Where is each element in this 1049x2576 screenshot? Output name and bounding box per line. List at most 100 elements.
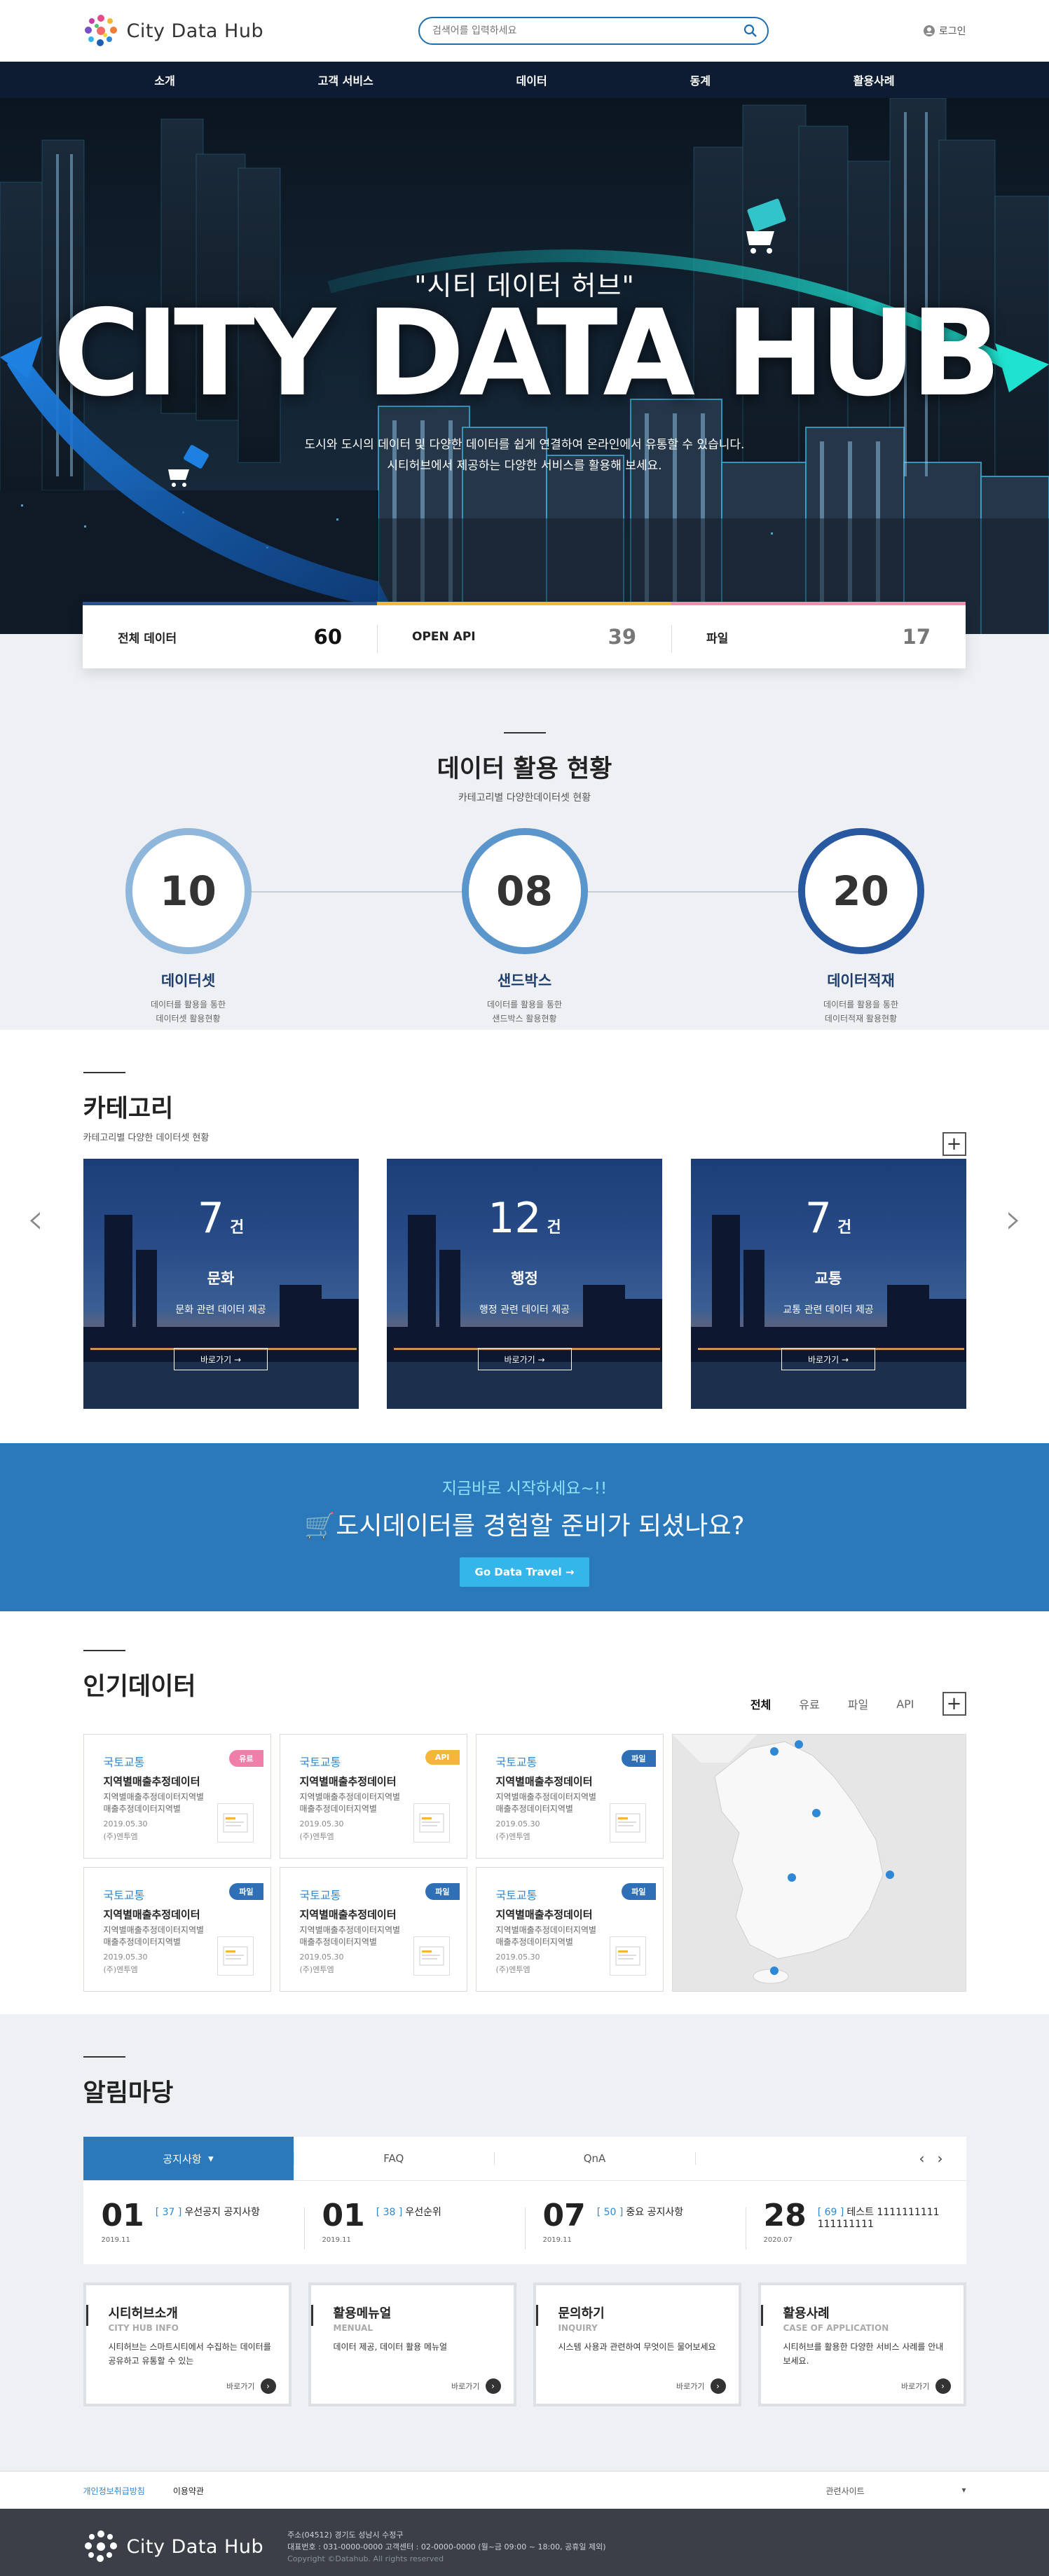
related-sites-select[interactable]: 관련사이트 ▾ bbox=[826, 2485, 966, 2497]
tab-file[interactable]: 파일 bbox=[848, 1695, 868, 1712]
category-go-button[interactable]: 바로가기 → bbox=[781, 1348, 875, 1370]
category-card-admin[interactable]: 12 건 행정 행정 관련 데이터 제공 바로가기 → bbox=[387, 1159, 662, 1409]
login-link[interactable]: 로그인 bbox=[923, 24, 966, 38]
footer-links: 개인정보취급방침 이용약관 관련사이트 ▾ bbox=[0, 2471, 1049, 2509]
quick-links: 시티허브소개 CITY HUB INFO 시티허브는 스마트시티에서 수집하는 데이… bbox=[83, 2282, 966, 2406]
box-title: 시티허브소개 bbox=[108, 2306, 178, 2321]
category-go-button[interactable]: 바로가기 → bbox=[477, 1348, 572, 1370]
box-title: 활용메뉴얼 bbox=[333, 2306, 392, 2321]
terms-link[interactable]: 이용약관 bbox=[173, 2485, 204, 2497]
logo-icon bbox=[84, 15, 117, 46]
nav-item-data[interactable]: 데이터 bbox=[516, 71, 547, 88]
tab-api[interactable]: API bbox=[896, 1697, 914, 1711]
usage-item-ingest[interactable]: 20 데이터적재 데이터를 활용을 통한 데이터적재 활용현황 bbox=[797, 828, 924, 1026]
usage-value: 08 bbox=[468, 835, 581, 947]
popular-data-card[interactable]: 국토교통 지역별매출추정데이터 지역별매출추정데이터지역별 매출추정데이터지역별 … bbox=[475, 1734, 664, 1859]
card-title: 지역별매출추정데이터 bbox=[299, 1908, 397, 1921]
carousel-prev-icon[interactable]: ‹ bbox=[27, 1194, 44, 1244]
tab-faq[interactable]: FAQ bbox=[293, 2137, 495, 2180]
search-icon[interactable] bbox=[743, 24, 757, 38]
cta-banner: 지금바로 시작하세요~!! 🛒도시데이터를 경험할 준비가 되셨나요? Go D… bbox=[0, 1443, 1049, 1611]
korea-map[interactable] bbox=[671, 1734, 966, 1992]
notice-pager: ‹ › bbox=[896, 2137, 966, 2180]
box-title: 문의하기 bbox=[558, 2306, 605, 2321]
footer-logo: City Data Hub bbox=[83, 2529, 264, 2564]
document-icon bbox=[217, 1936, 254, 1976]
category-go-button[interactable]: 바로가기 → bbox=[174, 1348, 268, 1370]
usage-item-dataset[interactable]: 10 데이터셋 데이터를 활용을 통한 데이터셋 활용현황 bbox=[125, 828, 252, 1026]
popular-data-card[interactable]: 국토교통 지역별매출추정데이터 지역별매출추정데이터지역별 매출추정데이터지역별 … bbox=[83, 1867, 271, 1992]
document-icon bbox=[609, 1936, 646, 1976]
stats-bar: 전체 데이터 60 OPEN API 39 파일 17 bbox=[83, 602, 966, 668]
notice-month: 2020.07 bbox=[763, 2236, 793, 2244]
box-title: 활용사례 bbox=[783, 2306, 830, 2321]
stat-all-data[interactable]: 전체 데이터 60 bbox=[83, 602, 377, 668]
card-title: 지역별매출추정데이터 bbox=[103, 1775, 200, 1788]
usage-item-sandbox[interactable]: 08 샌드박스 데이터를 활용을 통한 샌드박스 활용현황 bbox=[461, 828, 588, 1026]
usage-value: 10 bbox=[132, 835, 245, 947]
category-card-traffic[interactable]: 7건 교통 교통 관련 데이터 제공 바로가기 → bbox=[690, 1159, 966, 1409]
category-more-button[interactable]: + bbox=[942, 1132, 966, 1156]
box-more-link[interactable]: 바로가기 › bbox=[676, 2378, 726, 2394]
usage-name: 데이터셋 bbox=[160, 972, 216, 989]
privacy-policy-link[interactable]: 개인정보취급방침 bbox=[83, 2485, 145, 2497]
type-badge: 파일 bbox=[229, 1883, 263, 1900]
tab-notice[interactable]: 공지사항 ▾ bbox=[83, 2137, 294, 2180]
header: City Data Hub 로그인 bbox=[0, 0, 1049, 62]
arrow-right-icon: › bbox=[935, 2378, 951, 2394]
box-desc: 시스템 사용과 관련하여 무엇이든 물어보세요 bbox=[558, 2342, 716, 2352]
nav-item-stats[interactable]: 동계 bbox=[690, 71, 710, 88]
chevron-down-icon: ▾ bbox=[208, 2152, 214, 2165]
box-more-link[interactable]: 바로가기 › bbox=[451, 2378, 501, 2394]
nav-item-service[interactable]: 고객 서비스 bbox=[318, 71, 373, 88]
usage-desc: 데이터를 활용을 통한 데이터셋 활용현황 bbox=[151, 1000, 226, 1024]
next-icon[interactable]: › bbox=[938, 2150, 943, 2167]
type-badge: 파일 bbox=[622, 1883, 656, 1900]
notice-item[interactable]: 01 [ 38 ] 우선순위 2019.11 bbox=[303, 2198, 525, 2264]
notice-item[interactable]: 01 [ 37 ] 우선공지 공지사항 2019.11 bbox=[83, 2198, 304, 2264]
quick-link-box[interactable]: 시티허브소개 CITY HUB INFO 시티허브는 스마트시티에서 수집하는 데이… bbox=[83, 2282, 292, 2406]
box-desc: 데이터 제공, 데이터 활용 메뉴얼 bbox=[333, 2342, 448, 2352]
usage-section: 데이터 활용 현황 카테고리별 다양한데이터셋 현황 10 데이터셋 데이터를 … bbox=[0, 634, 1049, 1030]
card-title: 지역별매출추정데이터 bbox=[299, 1775, 397, 1788]
carousel-next-icon[interactable]: › bbox=[1006, 1194, 1022, 1244]
quick-link-box[interactable]: 활용메뉴얼 MENUAL 데이터 제공, 데이터 활용 메뉴얼 바로가기 › bbox=[308, 2282, 516, 2406]
notice-day: 01 bbox=[101, 2198, 144, 2233]
category-desc: 문화 관련 데이터 제공 bbox=[175, 1304, 266, 1316]
notice-item[interactable]: 28 [ 69 ] 테스트 1111111111111111111 2020.07 bbox=[745, 2198, 966, 2264]
popular-data-card[interactable]: 국토교통 지역별매출추정데이터 지역별매출추정데이터지역별 매출추정데이터지역별 … bbox=[475, 1867, 664, 1992]
category-card-culture[interactable]: 7건 문화 문화 관련 데이터 제공 바로가기 → bbox=[83, 1159, 359, 1409]
usage-subtitle: 카테고리별 다양한데이터셋 현황 bbox=[458, 792, 591, 804]
quick-link-box[interactable]: 활용사례 CASE OF APPLICATION 시티허브를 활용한 다양한 서비스… bbox=[757, 2282, 966, 2406]
main-nav: 소개 고객 서비스 데이터 동계 활용사례 bbox=[0, 62, 1049, 98]
notice-item[interactable]: 07 [ 50 ] 중요 공지사항 2019.11 bbox=[524, 2198, 746, 2264]
box-more-link[interactable]: 바로가기 › bbox=[226, 2378, 276, 2394]
footer-logo-text: City Data Hub bbox=[126, 2535, 264, 2558]
box-more-link[interactable]: 바로가기 › bbox=[901, 2378, 951, 2394]
hero-description: 도시와 도시의 데이터 및 다양한 데이터를 쉽게 연결하여 온라인에서 유통할… bbox=[0, 434, 1049, 476]
popular-data-card[interactable]: 국토교통 지역별매출추정데이터 지역별매출추정데이터지역별 매출추정데이터지역별 … bbox=[83, 1734, 271, 1859]
user-icon bbox=[923, 25, 935, 36]
prev-icon[interactable]: ‹ bbox=[919, 2150, 925, 2167]
notice-text: [ 37 ] 우선공지 공지사항 bbox=[155, 2207, 260, 2218]
tab-qna[interactable]: QnA bbox=[494, 2137, 695, 2180]
nav-item-cases[interactable]: 활용사례 bbox=[853, 71, 895, 88]
logo[interactable]: City Data Hub bbox=[83, 13, 264, 48]
popular-data-card[interactable]: 국토교통 지역별매출추정데이터 지역별매출추정데이터지역별 매출추정데이터지역별 … bbox=[279, 1734, 467, 1859]
stat-value: 17 bbox=[902, 625, 931, 649]
usage-desc: 데이터를 활용을 통한 데이터적재 활용현황 bbox=[823, 1000, 898, 1024]
tab-paid[interactable]: 유료 bbox=[799, 1695, 819, 1712]
copyright: Copyright ©Datahub. All rights reserved bbox=[287, 2554, 444, 2563]
nav-item-intro[interactable]: 소개 bbox=[154, 71, 174, 88]
tab-all[interactable]: 전체 bbox=[750, 1695, 771, 1712]
popular-data-card[interactable]: 국토교통 지역별매출추정데이터 지역별매출추정데이터지역별 매출추정데이터지역별 … bbox=[279, 1867, 467, 1992]
popular-more-button[interactable]: + bbox=[942, 1692, 966, 1716]
popular-card-grid: 국토교통 지역별매출추정데이터 지역별매출추정데이터지역별 매출추정데이터지역별 … bbox=[83, 1734, 664, 1992]
type-badge: 파일 bbox=[425, 1883, 460, 1900]
quick-link-box[interactable]: 문의하기 INQUIRY 시스템 사용과 관련하여 무엇이든 물어보세요 바로가기 › bbox=[533, 2282, 741, 2406]
usage-value: 20 bbox=[804, 835, 917, 947]
go-data-travel-button[interactable]: Go Data Travel → bbox=[459, 1557, 590, 1587]
stat-file[interactable]: 파일 17 bbox=[671, 602, 966, 668]
search-input[interactable] bbox=[432, 25, 743, 36]
stat-open-api[interactable]: OPEN API 39 bbox=[377, 602, 671, 668]
